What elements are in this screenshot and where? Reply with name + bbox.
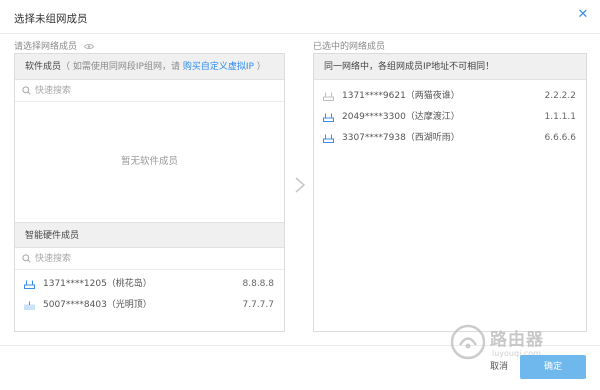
software-members-title: 软件成员 — [25, 62, 62, 72]
hardware-member-ip: 7.7.7.7 — [242, 300, 275, 310]
cancel-button[interactable]: 取消 — [482, 358, 516, 376]
dialog-title: 选择未组网成员 — [14, 13, 88, 25]
left-panel: 软件成员（ 如需使用同网段IP组网，请 购买自定义虚拟IP ） 暂无软件成员 智… — [14, 53, 285, 332]
router-logo-icon — [450, 324, 486, 360]
hardware-members-title: 智能硬件成员 — [25, 231, 80, 241]
confirm-button[interactable]: 确定 — [520, 355, 586, 379]
router-icon — [24, 280, 35, 289]
right-section-label: 已选中的网络成员 — [313, 42, 386, 52]
hardware-member-row[interactable]: 5007****8403（光明顶） 7.7.7.7 — [15, 295, 284, 316]
software-search-input[interactable] — [35, 80, 284, 101]
software-hint-after: ） — [253, 62, 266, 72]
dialog-titlebar: 选择未组网成员 ✕ — [0, 0, 600, 34]
buy-custom-ip-link[interactable]: 购买自定义虚拟IP — [183, 62, 254, 72]
hardware-member-name: 1371****1205（桃花岛） — [43, 279, 152, 289]
selected-member-row[interactable]: 3307****7938（西湖听雨） 6.6.6.6 — [314, 128, 586, 149]
router-icon — [323, 134, 334, 143]
router-icon — [323, 92, 334, 101]
selected-members-header: 同一网络中，各组网成员IP地址不可相同！ — [314, 54, 586, 80]
router-icon — [323, 113, 334, 122]
hardware-member-row[interactable]: 1371****1205（桃花岛） 8.8.8.8 — [15, 274, 284, 295]
eye-icon[interactable] — [83, 43, 94, 50]
right-panel: 同一网络中，各组网成员IP地址不可相同！ 1371****9621（两猫夜谁） … — [313, 53, 587, 332]
selected-member-name: 2049****3300（达摩渡江） — [342, 112, 460, 122]
software-search — [15, 80, 284, 102]
hardware-member-ip: 8.8.8.8 — [242, 279, 275, 289]
software-hint-before: （ 如需使用同网段IP组网，请 — [61, 62, 183, 72]
hardware-member-name: 5007****8403（光明顶） — [43, 300, 152, 310]
chevron-right-icon[interactable] — [293, 176, 307, 194]
hardware-search-input[interactable] — [35, 248, 284, 269]
selected-member-ip: 6.6.6.6 — [544, 133, 577, 143]
selected-member-row[interactable]: 2049****3300（达摩渡江） 1.1.1.1 — [314, 107, 586, 128]
selected-member-name: 1371****9621（两猫夜谁） — [342, 91, 460, 101]
left-section-label-text: 请选择网络成员 — [14, 42, 78, 52]
search-icon — [22, 86, 31, 95]
selected-member-ip: 2.2.2.2 — [544, 91, 577, 101]
router-icon — [24, 301, 35, 310]
hardware-members-header: 智能硬件成员 — [15, 222, 284, 248]
left-section-label: 请选择网络成员 — [14, 39, 94, 52]
close-icon[interactable]: ✕ — [576, 8, 590, 22]
selected-member-name: 3307****7938（西湖听雨） — [342, 133, 460, 143]
selected-member-ip: 1.1.1.1 — [544, 112, 577, 122]
software-empty-state: 暂无软件成员 — [120, 156, 178, 167]
selected-member-row[interactable]: 1371****9621（两猫夜谁） 2.2.2.2 — [314, 86, 586, 107]
search-icon — [22, 254, 31, 263]
hardware-search — [15, 248, 284, 270]
watermark-text: 路由器 — [490, 330, 544, 350]
software-members-header: 软件成员（ 如需使用同网段IP组网，请 购买自定义虚拟IP ） — [15, 54, 284, 80]
